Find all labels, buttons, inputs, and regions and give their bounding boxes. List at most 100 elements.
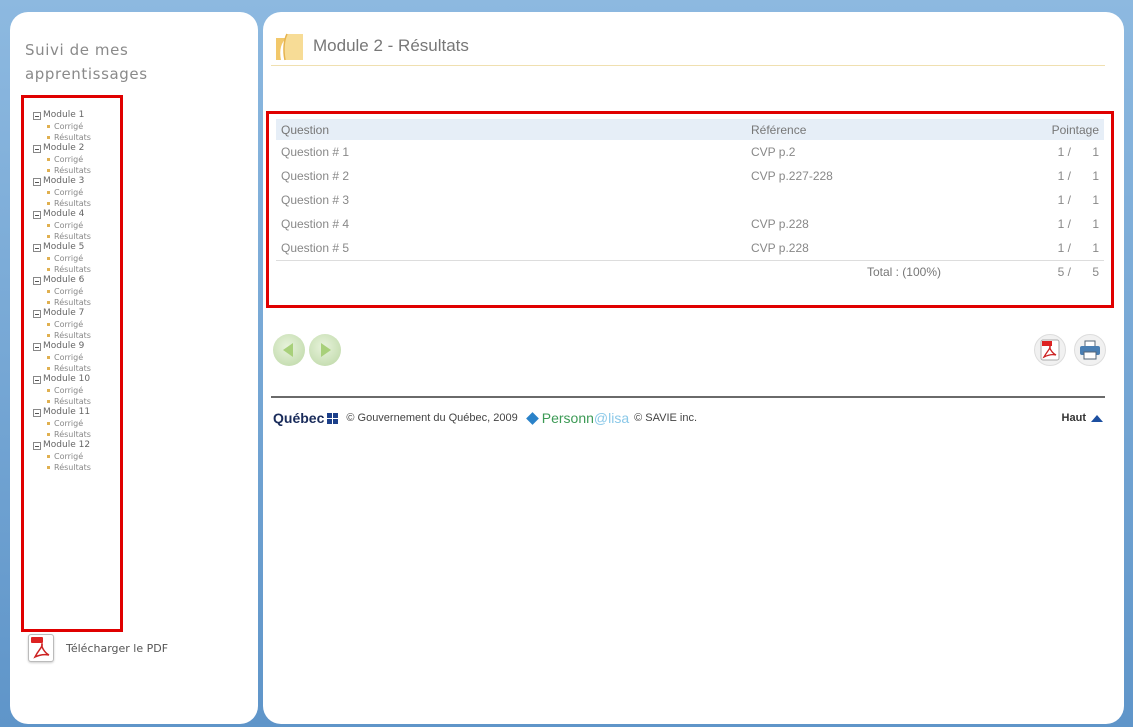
total-label: Total : (100%) xyxy=(746,259,946,284)
corrige-link[interactable]: Corrigé xyxy=(33,352,120,363)
personalisa-accent: @lisa xyxy=(593,410,630,426)
module-toggle[interactable]: Module 5 xyxy=(33,242,120,253)
tree-module: Module 4 Corrigé Résultats xyxy=(33,209,120,242)
bullet-icon xyxy=(47,169,50,172)
corrige-link[interactable]: Corrigé xyxy=(33,121,120,132)
print-button[interactable] xyxy=(1074,334,1106,366)
resultats-link[interactable]: Résultats xyxy=(33,132,120,143)
sub-item-label: Corrigé xyxy=(54,419,84,428)
export-pdf-button[interactable] xyxy=(1034,334,1066,366)
sub-item-label: Résultats xyxy=(54,166,91,175)
bullet-icon xyxy=(47,224,50,227)
sub-item-label: Résultats xyxy=(54,265,91,274)
module-label: Module 1 xyxy=(43,110,85,120)
tree-module: Module 11 Corrigé Résultats xyxy=(33,407,120,440)
diamond-icon xyxy=(525,411,539,425)
reference-cell: CVP p.228 xyxy=(751,217,809,231)
resultats-link[interactable]: Résultats xyxy=(33,396,120,407)
resultats-link[interactable]: Résultats xyxy=(33,330,120,341)
navigation-arrows xyxy=(273,334,341,366)
collapse-icon xyxy=(33,441,41,450)
quebec-logo-text: Québec xyxy=(273,410,325,426)
total-score: 5 / xyxy=(1057,265,1071,280)
copyright-text: © Gouvernement du Québec, 2009 xyxy=(346,412,518,424)
main-panel: Module 2 - Résultats Question Référence … xyxy=(263,12,1124,724)
bullet-icon xyxy=(47,334,50,337)
footer: Québec © Gouvernement du Québec, 2009 Pe… xyxy=(273,408,1103,428)
bullet-icon xyxy=(47,323,50,326)
bullet-icon xyxy=(47,158,50,161)
bullet-icon xyxy=(47,422,50,425)
module-toggle[interactable]: Module 4 xyxy=(33,209,120,220)
total-row: Total : (100%) 5 / 5 xyxy=(276,259,1104,284)
collapse-icon xyxy=(33,111,41,120)
module-toggle[interactable]: Module 3 xyxy=(33,176,120,187)
module-toggle[interactable]: Module 11 xyxy=(33,407,120,418)
bullet-icon xyxy=(47,466,50,469)
reference-cell: CVP p.2 xyxy=(751,145,796,159)
resultats-link[interactable]: Résultats xyxy=(33,198,120,209)
resultats-link[interactable]: Résultats xyxy=(33,363,120,374)
collapse-icon xyxy=(33,408,41,417)
corrige-link[interactable]: Corrigé xyxy=(33,253,120,264)
module-label: Module 11 xyxy=(43,407,91,417)
back-to-top-link[interactable]: Haut xyxy=(1062,412,1103,424)
collapse-icon xyxy=(33,276,41,285)
collapse-icon xyxy=(33,177,41,186)
corrige-link[interactable]: Corrigé xyxy=(33,451,120,462)
corrige-link[interactable]: Corrigé xyxy=(33,286,120,297)
pdf-icon xyxy=(1040,339,1060,361)
bullet-icon xyxy=(47,268,50,271)
column-header-score: Pointage xyxy=(1051,122,1099,137)
bullet-icon xyxy=(47,356,50,359)
corrige-link[interactable]: Corrigé xyxy=(33,187,120,198)
resultats-link[interactable]: Résultats xyxy=(33,231,120,242)
tree-module: Module 7 Corrigé Résultats xyxy=(33,308,120,341)
collapse-icon xyxy=(33,243,41,252)
header-logo-icon xyxy=(276,33,303,61)
score-cell: 1 / 1 xyxy=(946,164,1104,188)
module-label: Module 4 xyxy=(43,209,85,219)
table-row: Question # 2 CVP p.227-228 1 / 1 xyxy=(276,164,1104,188)
module-toggle[interactable]: Module 2 xyxy=(33,143,120,154)
module-label: Module 5 xyxy=(43,242,85,252)
resultats-link[interactable]: Résultats xyxy=(33,297,120,308)
module-tree: Module 1 Corrigé Résultats Module 2 Corrigé R… xyxy=(21,95,123,632)
previous-button[interactable] xyxy=(273,334,305,366)
corrige-link[interactable]: Corrigé xyxy=(33,220,120,231)
collapse-icon xyxy=(33,210,41,219)
module-toggle[interactable]: Module 1 xyxy=(33,110,120,121)
corrige-link[interactable]: Corrigé xyxy=(33,385,120,396)
module-label: Module 2 xyxy=(43,143,85,153)
bullet-icon xyxy=(47,191,50,194)
module-toggle[interactable]: Module 6 xyxy=(33,275,120,286)
module-toggle[interactable]: Module 9 xyxy=(33,341,120,352)
module-toggle[interactable]: Module 12 xyxy=(33,440,120,451)
next-button[interactable] xyxy=(309,334,341,366)
personalisa-main: Personn xyxy=(541,410,594,426)
score-cell: 1 / 1 xyxy=(946,140,1104,164)
reference-cell: CVP p.227-228 xyxy=(751,169,833,183)
corrige-link[interactable]: Corrigé xyxy=(33,154,120,165)
download-pdf-link[interactable]: Télécharger le PDF xyxy=(28,634,168,662)
module-label: Module 9 xyxy=(43,341,85,351)
total-spacer xyxy=(276,259,746,284)
score-max: 1 xyxy=(1092,217,1099,231)
sub-item-label: Corrigé xyxy=(54,122,84,131)
table-header-row: Question Référence Pointage xyxy=(276,119,1104,140)
results-table-container: Question Référence Pointage Question # 1… xyxy=(266,111,1114,308)
score-cell: 1 / 1 xyxy=(946,188,1104,212)
resultats-link[interactable]: Résultats xyxy=(33,264,120,275)
resultats-link[interactable]: Résultats xyxy=(33,429,120,440)
corrige-link[interactable]: Corrigé xyxy=(33,319,120,330)
resultats-link[interactable]: Résultats xyxy=(33,462,120,473)
sub-item-label: Résultats xyxy=(54,133,91,142)
module-toggle[interactable]: Module 10 xyxy=(33,374,120,385)
arrow-left-icon xyxy=(283,343,293,357)
tree-module: Module 2 Corrigé Résultats xyxy=(33,143,120,176)
resultats-link[interactable]: Résultats xyxy=(33,165,120,176)
sub-item-label: Corrigé xyxy=(54,320,84,329)
corrige-link[interactable]: Corrigé xyxy=(33,418,120,429)
arrow-up-icon xyxy=(1091,414,1103,422)
module-toggle[interactable]: Module 7 xyxy=(33,308,120,319)
